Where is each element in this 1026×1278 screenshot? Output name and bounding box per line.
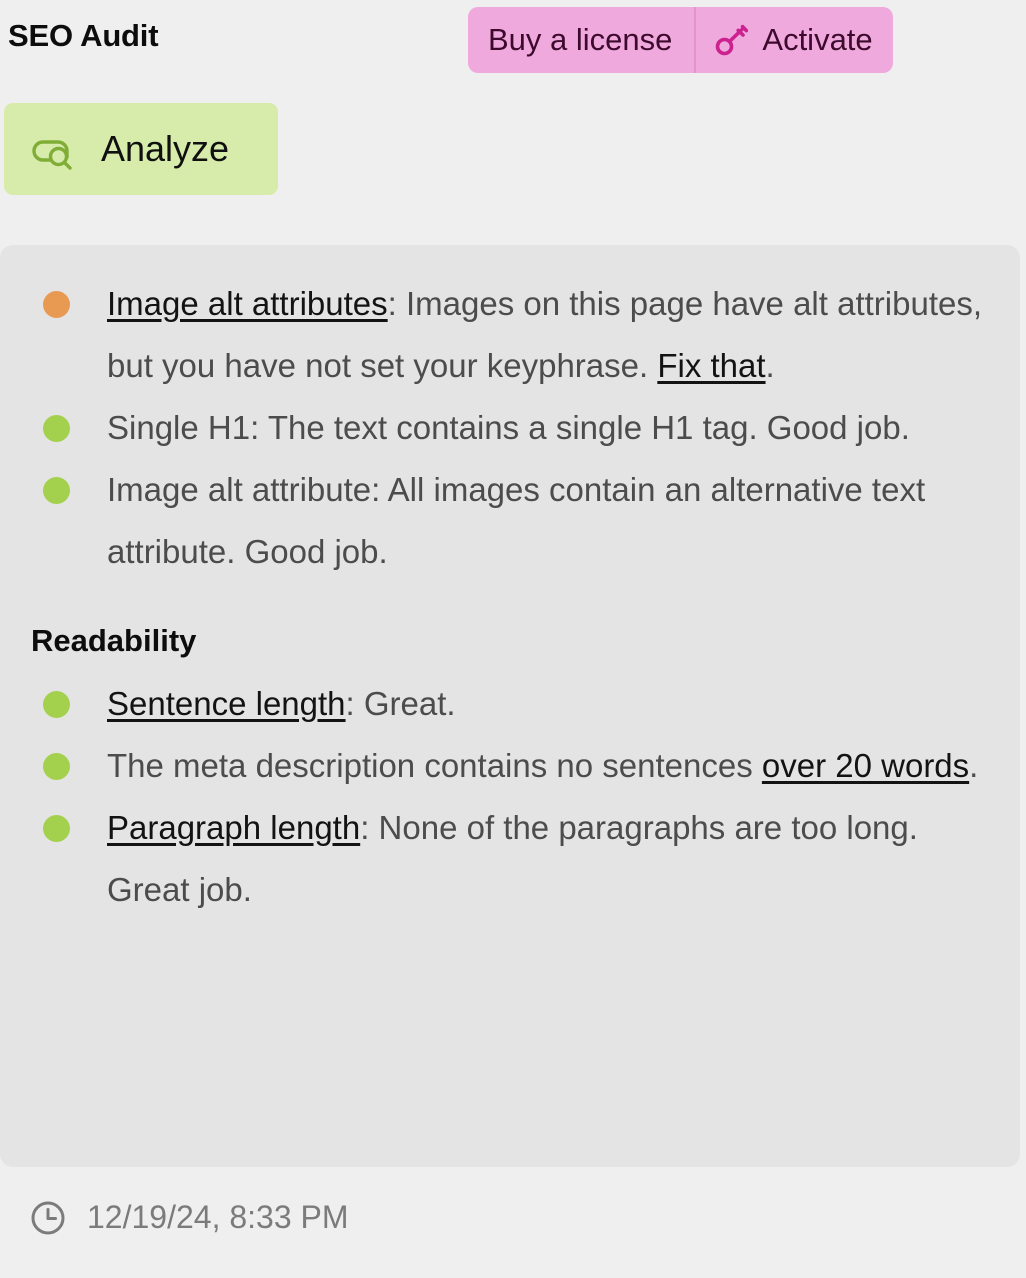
status-badge-good <box>43 753 70 780</box>
list-item: Image alt attribute: All images contain … <box>26 459 994 583</box>
activate-button[interactable]: Activate <box>696 7 892 73</box>
status-badge-warning <box>43 291 70 318</box>
list-item: Image alt attributes: Images on this pag… <box>26 273 994 397</box>
key-icon <box>714 23 749 57</box>
finding-text: . <box>969 747 979 784</box>
clock-icon <box>30 1200 66 1236</box>
list-item: The meta description contains no sentenc… <box>26 735 994 797</box>
seo-findings-list: Image alt attributes: Images on this pag… <box>26 273 994 583</box>
timestamp-text: 12/19/24, 8:33 PM <box>87 1199 349 1235</box>
list-item: Single H1: The text contains a single H1… <box>26 397 994 459</box>
finding-text: : Great. <box>345 685 456 722</box>
finding-link-fix-that[interactable]: Fix that <box>657 347 765 384</box>
analyze-button[interactable]: Analyze <box>4 103 278 195</box>
finding-link-image-alt-attributes[interactable]: Image alt attributes <box>107 285 388 322</box>
list-item: Sentence length: Great. <box>26 673 994 735</box>
buy-license-label: Buy a license <box>488 22 673 57</box>
finding-text: Single H1: The text contains a single H1… <box>107 409 910 446</box>
finding-text: Image alt attribute: All images contain … <box>107 471 926 570</box>
analyze-search-icon <box>30 126 76 172</box>
header-bar: SEO Audit Buy a license Activate <box>0 0 1026 82</box>
activate-label: Activate <box>762 22 873 57</box>
finding-text-before: The meta description contains no sentenc… <box>107 747 762 784</box>
readability-findings-list: Sentence length: Great. The meta descrip… <box>26 673 994 921</box>
status-badge-good <box>43 477 70 504</box>
status-badge-good <box>43 815 70 842</box>
readability-heading: Readability <box>31 623 197 658</box>
status-badge-good <box>43 691 70 718</box>
page-title: SEO Audit <box>8 18 159 53</box>
status-badge-good <box>43 415 70 442</box>
finding-link-paragraph-length[interactable]: Paragraph length <box>107 809 360 846</box>
buy-license-button[interactable]: Buy a license <box>468 7 694 73</box>
seo-results-card: Image alt attributes: Images on this pag… <box>0 245 1020 1167</box>
list-item: Paragraph length: None of the paragraphs… <box>26 797 994 921</box>
timestamp-row: 12/19/24, 8:33 PM <box>30 1199 349 1236</box>
finding-text-end: . <box>765 347 775 384</box>
finding-link-sentence-length[interactable]: Sentence length <box>107 685 346 722</box>
analyze-button-label: Analyze <box>101 128 230 169</box>
license-button-group: Buy a license Activate <box>468 7 893 73</box>
finding-link-over-20-words[interactable]: over 20 words <box>762 747 969 784</box>
